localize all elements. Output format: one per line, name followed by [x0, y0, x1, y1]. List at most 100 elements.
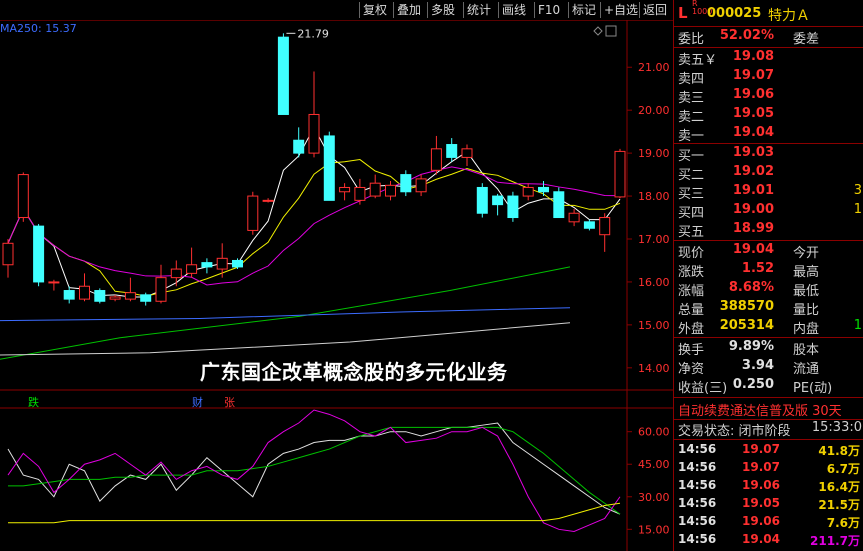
toolbar-separator	[639, 2, 640, 18]
quote-panel: L R 1000 000025 特力Ａ 委比 52.02% 委差 卖五￥ 19.08…	[673, 0, 863, 551]
toolbar-button[interactable]: 标记	[572, 3, 596, 18]
candle-body	[354, 186, 366, 201]
sell-row: 卖二 19.05	[674, 106, 863, 125]
toolbar-separator	[359, 2, 360, 18]
buy-label: 买二	[678, 168, 705, 183]
buy-label: 买五	[678, 225, 705, 240]
divider	[674, 47, 863, 48]
buy-label: 买四	[678, 206, 705, 221]
quote-row: 涨幅 8.68% 最低	[674, 280, 863, 299]
price-tick-label: 21.00	[638, 61, 670, 74]
weibi-label: 委比	[678, 32, 705, 47]
stock-name: 特力Ａ	[768, 8, 810, 24]
candle-body	[385, 184, 396, 197]
candle-body	[492, 195, 504, 206]
candle-body	[94, 290, 106, 302]
tick-price: 19.07	[742, 442, 780, 456]
ind-tick-label: 30.00	[638, 491, 670, 504]
ind-tick-label: 15.00	[638, 523, 670, 536]
buy-price: 19.01	[732, 183, 774, 198]
toolbar-button[interactable]: 画线	[502, 3, 526, 18]
toolbar-separator	[600, 2, 601, 18]
quote-label2: 内盘	[793, 322, 820, 337]
price-tick-label: 14.00	[638, 362, 670, 375]
tick-price: 19.06	[742, 514, 780, 528]
fund-label: 净资	[678, 362, 705, 377]
tick-price: 19.05	[742, 496, 780, 510]
stock-header[interactable]: L R 1000 000025 特力Ａ	[674, 0, 863, 27]
quote-row: 现价 19.04 今开	[674, 242, 863, 261]
sell-row: 卖一 19.04	[674, 125, 863, 144]
quote-value: 19.04	[732, 242, 774, 257]
quote-value3: 1	[853, 318, 862, 333]
zhang-marker: 张	[224, 396, 235, 409]
diamond-icon	[593, 26, 603, 36]
status-label: 交易状态: 闭市阶段	[678, 424, 791, 439]
toolbar-button[interactable]: F10	[538, 3, 560, 18]
tick-time: 14:56	[678, 514, 717, 528]
divider	[674, 337, 863, 338]
candle-body	[522, 186, 534, 197]
candle-body	[232, 259, 243, 268]
candle-body	[124, 292, 136, 300]
candle-body	[262, 199, 274, 202]
toolbar-button[interactable]: 统计	[467, 3, 491, 18]
price-tick-label: 20.00	[638, 104, 670, 117]
candle-body	[2, 242, 14, 266]
toolbar-separator	[393, 2, 394, 18]
toolbar-button[interactable]: +自选	[604, 3, 638, 18]
toolbar-button[interactable]: 复权	[363, 3, 387, 18]
tick-price: 19.04	[742, 532, 780, 546]
fund-label2: 股本	[793, 343, 820, 358]
ma250-label: MA250: 15.37	[0, 22, 77, 35]
toolbar-separator	[568, 2, 569, 18]
tick-price: 19.06	[742, 478, 780, 492]
sell-label: 卖三	[678, 91, 705, 106]
candle-body	[599, 217, 611, 236]
candle-body	[507, 195, 519, 219]
sell-price: 19.05	[732, 106, 774, 121]
fund-label: 收益(三)	[678, 381, 728, 396]
ticker-strip[interactable]: 自动续费通达信普及版 30天	[674, 400, 863, 419]
indicator-line	[7, 409, 621, 532]
ma250-line	[0, 322, 571, 356]
fund-value: 3.94	[741, 358, 774, 373]
buy-volume: 3	[853, 183, 862, 198]
tick-time: 14:56	[678, 460, 717, 474]
tick-time: 14:56	[678, 478, 717, 492]
toolbar-button[interactable]: 叠加	[397, 3, 421, 18]
candle-body	[553, 191, 565, 219]
indicator-line	[7, 422, 621, 515]
candle-body	[461, 148, 473, 158]
candle-body	[476, 186, 488, 214]
indicator-line	[8, 502, 621, 524]
buy-price: 19.03	[732, 145, 774, 160]
ma-line	[7, 159, 621, 297]
candle-body	[201, 262, 213, 268]
price-tick-label: 18.00	[638, 190, 670, 203]
toolbar-button[interactable]: 多股	[431, 3, 455, 18]
candle-body	[17, 174, 29, 219]
quote-row: 外盘 205314 内盘 1	[674, 318, 863, 337]
divider	[674, 397, 863, 398]
toolbar-button[interactable]: 返回	[643, 3, 667, 18]
tick-volume: 16.4万	[818, 480, 860, 494]
status-row: 交易状态: 闭市阶段 15:33:0	[674, 420, 863, 439]
buy-price: 19.02	[732, 164, 774, 179]
sell-label: 卖五￥	[678, 53, 718, 68]
candle-body	[79, 285, 90, 300]
candle-body	[323, 135, 335, 201]
buy-volume: 1	[853, 202, 862, 217]
candle-body	[170, 268, 182, 279]
cai-marker: 财	[192, 396, 203, 409]
toolbar: 复权 叠加 多股 统计 画线 F10 标记 +自选 返回	[0, 0, 673, 21]
candle-body	[568, 212, 580, 223]
tick-row: 14:56 19.06 16.4万	[674, 478, 863, 495]
sell-row: 卖五￥ 19.08	[674, 49, 863, 68]
buy-row: 买一 19.03	[674, 145, 863, 164]
candle-body	[109, 296, 121, 300]
tick-row: 14:56 19.04 211.7万	[674, 532, 863, 549]
candle-body	[538, 186, 549, 193]
buy-label: 买三	[678, 187, 705, 202]
divider	[674, 439, 863, 440]
